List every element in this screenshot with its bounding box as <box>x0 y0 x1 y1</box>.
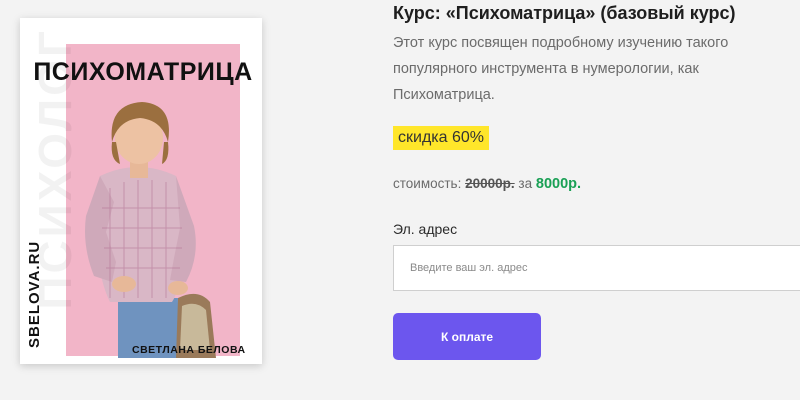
hands <box>112 276 136 292</box>
pay-button[interactable]: К оплате <box>393 313 541 360</box>
email-label: Эл. адрес <box>393 221 458 237</box>
price-separator: за <box>518 176 533 191</box>
email-input[interactable] <box>393 245 800 291</box>
discount-badge: скидка 60% <box>393 126 489 150</box>
old-price: 20000р. <box>465 176 515 191</box>
author-photo <box>85 102 216 358</box>
price-label: стоимость: <box>393 176 462 191</box>
plaid-shirt <box>98 167 186 302</box>
course-description: Этот курс посвящен подробному изучению т… <box>393 35 729 103</box>
cover-author: СВЕТЛАНА БЕЛОВА <box>132 344 246 356</box>
new-price: 8000р. <box>535 176 582 192</box>
price-line: стоимость: 20000р. за 8000р. <box>393 176 581 192</box>
cover-title: ПСИХОМАТРИЦА <box>33 58 253 86</box>
course-title: Курс: «Психоматрица» (базовый курс) <box>393 3 736 23</box>
course-cover-image: ПСИХОЛОГ ПСИХОМАТРИЦА SBELOVA.RU СВЕТЛАН… <box>20 18 262 364</box>
cover-site: SBELOVA.RU <box>26 240 43 348</box>
